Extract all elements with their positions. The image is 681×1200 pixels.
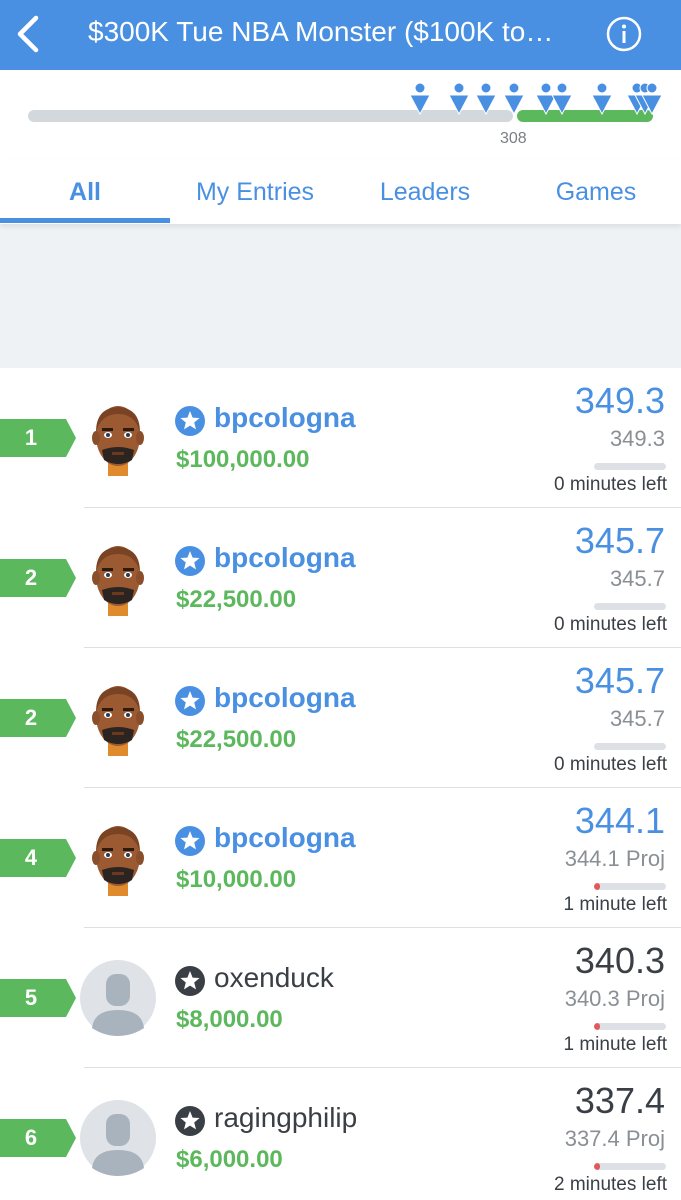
fantasy-score: 345.7	[574, 520, 665, 561]
projected-score: 337.4 Proj	[564, 1126, 665, 1151]
leaderboard-row[interactable]: 6 ragingphilip $6,000.00 337.4 337.4 Proj 2 m…	[0, 1068, 681, 1200]
projected-score: 344.1 Proj	[564, 846, 665, 871]
leaderboard-row[interactable]: 4 bpcologna $10,000.00 344.1 344.1 Proj 1 min…	[0, 788, 681, 928]
banner-placeholder	[0, 224, 681, 368]
rank-number: 6	[24, 1125, 38, 1150]
tab-bar: All My Entries Leaders Games	[0, 160, 681, 224]
time-remaining-bar	[594, 1023, 666, 1030]
time-left-label: 0 minutes left	[554, 474, 667, 495]
entry-marker-icon	[503, 82, 525, 116]
default-avatar-icon	[80, 1100, 156, 1176]
tab-leaders[interactable]: Leaders	[340, 160, 510, 224]
active-tab-indicator	[0, 218, 170, 223]
time-remaining-fill	[594, 1163, 600, 1170]
back-chevron-icon[interactable]	[12, 14, 44, 54]
entry-marker-icon	[551, 82, 573, 116]
projected-score: 345.7	[609, 566, 665, 591]
time-left-label: 0 minutes left	[554, 614, 667, 635]
mii-avatar-icon	[92, 686, 144, 756]
time-remaining-bar	[594, 743, 666, 750]
mii-avatar-icon	[92, 406, 144, 476]
username[interactable]: ragingphilip	[214, 1102, 357, 1134]
projected-score: 345.7	[609, 706, 665, 731]
time-remaining-fill	[594, 1023, 600, 1030]
contest-title: $300K Tue NBA Monster ($100K to…	[88, 16, 554, 47]
leaderboard-row[interactable]: 1 bpcologna $100,000.00 349.3 349.3 0 minutes…	[0, 368, 681, 508]
payout-track	[28, 110, 513, 122]
time-remaining-bar	[594, 463, 666, 470]
prize-amount: $100,000.00	[176, 446, 310, 473]
rank-number: 4	[24, 845, 38, 870]
username[interactable]: bpcologna	[214, 682, 356, 714]
prize-amount: $22,500.00	[176, 586, 297, 613]
time-remaining-fill	[594, 883, 600, 890]
fantasy-score: 345.7	[574, 660, 665, 701]
projected-score: 340.3 Proj	[564, 986, 665, 1011]
time-remaining-bar	[594, 1163, 666, 1170]
time-left-label: 1 minute left	[563, 894, 668, 915]
prize-amount: $22,500.00	[176, 726, 297, 753]
info-icon[interactable]	[606, 16, 642, 52]
fantasy-score: 337.4	[574, 1080, 665, 1121]
prize-amount: $6,000.00	[176, 1146, 283, 1173]
default-avatar-icon	[80, 960, 156, 1036]
rank-number: 1	[24, 425, 38, 450]
tab-all[interactable]: All	[0, 160, 170, 224]
leaderboard-row[interactable]: 2 bpcologna $22,500.00 345.7 345.7 0 minutes …	[0, 508, 681, 648]
rank-number: 2	[24, 565, 38, 590]
time-remaining-bar	[594, 883, 666, 890]
star-badge-icon	[175, 826, 205, 856]
time-left-label: 0 minutes left	[554, 754, 667, 775]
top-bar: $300K Tue NBA Monster ($100K to…	[0, 0, 681, 70]
prize-amount: $10,000.00	[176, 866, 297, 893]
time-left-label: 1 minute left	[563, 1034, 668, 1055]
entry-marker-icon	[409, 82, 431, 116]
entry-marker-icon	[641, 82, 663, 116]
rank-number: 2	[24, 705, 38, 730]
username[interactable]: bpcologna	[214, 402, 356, 434]
tab-my-entries[interactable]: My Entries	[170, 160, 340, 224]
star-badge-icon	[175, 966, 205, 996]
leaderboard-row[interactable]: 2 bpcologna $22,500.00 345.7 345.7 0 minutes …	[0, 648, 681, 788]
time-left-label: 2 minutes left	[554, 1174, 667, 1195]
entry-marker-icon	[448, 82, 470, 116]
mii-avatar-icon	[92, 546, 144, 616]
current-place-label: 308	[500, 130, 527, 147]
star-badge-icon	[175, 686, 205, 716]
username[interactable]: bpcologna	[214, 542, 356, 574]
fantasy-score: 344.1	[574, 800, 665, 841]
payout-progress: 308	[0, 70, 681, 160]
projected-score: 349.3	[609, 426, 665, 451]
star-badge-icon	[175, 406, 205, 436]
username[interactable]: bpcologna	[214, 822, 356, 854]
rank-number: 5	[24, 985, 38, 1010]
entry-marker-icon	[475, 82, 497, 116]
mii-avatar-icon	[92, 826, 144, 896]
username[interactable]: oxenduck	[214, 962, 334, 994]
tab-games[interactable]: Games	[511, 160, 681, 224]
fantasy-score: 340.3	[574, 940, 665, 981]
time-remaining-bar	[594, 603, 666, 610]
entry-marker-icon	[591, 82, 613, 116]
prize-amount: $8,000.00	[176, 1006, 283, 1033]
fantasy-score: 349.3	[574, 380, 665, 421]
star-badge-icon	[175, 1106, 205, 1136]
star-badge-icon	[175, 546, 205, 576]
leaderboard-row[interactable]: 5 oxenduck $8,000.00 340.3 340.3 Proj 1 minut…	[0, 928, 681, 1068]
